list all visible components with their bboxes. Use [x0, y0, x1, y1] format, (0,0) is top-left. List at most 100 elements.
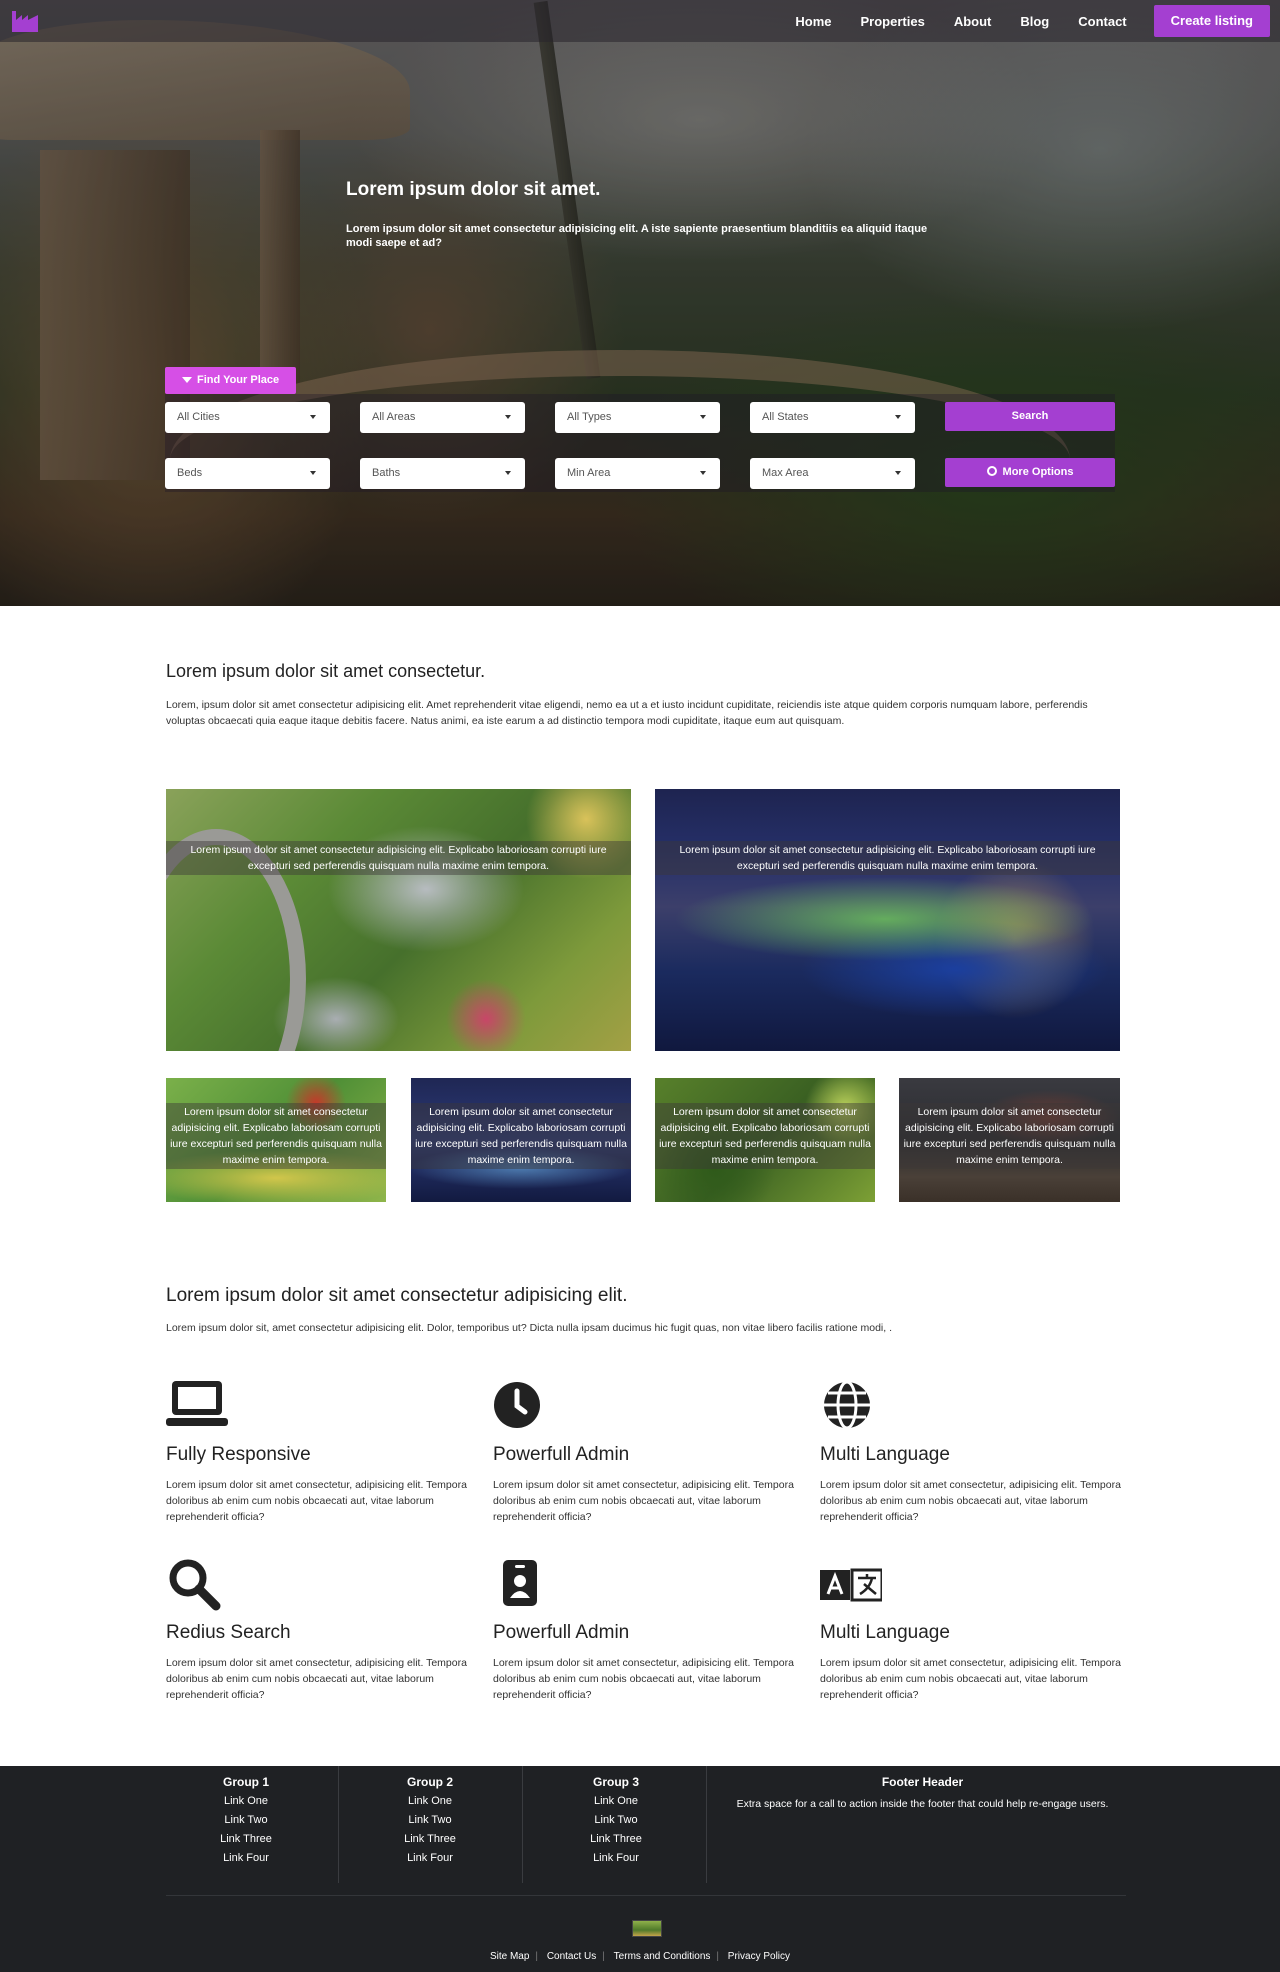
min-area-select[interactable]: Min Area [555, 458, 720, 489]
link-divider: | [602, 1951, 605, 1962]
gallery-tile-nature[interactable]: Lorem ipsum dolor sit amet consectetur a… [655, 1078, 875, 1202]
footer-group-title: Group 2 [406, 1775, 453, 1789]
find-your-place-tab[interactable]: Find Your Place [165, 367, 297, 394]
min-area-select-value: Min Area [567, 467, 611, 479]
intro-title: Lorem ipsum dolor sit amet consectetur. [166, 661, 486, 681]
intro-text: Lorem, ipsum dolor sit amet consectetur … [166, 699, 1088, 727]
feature-card: Multi Language Lorem ipsum dolor sit ame… [820, 1378, 1125, 1525]
gallery-caption: Lorem ipsum dolor sit amet consectetur a… [411, 1103, 631, 1169]
nav-properties[interactable]: Properties [861, 14, 925, 29]
laptop-icon [166, 1381, 228, 1426]
beds-select-value: Beds [177, 467, 203, 479]
nav-contact[interactable]: Contact [1078, 14, 1126, 29]
footer-thumbnail [632, 1920, 662, 1937]
footer-link[interactable]: Link Two [556, 1814, 676, 1827]
feature-text: Lorem ipsum dolor sit amet consectetur, … [166, 1657, 467, 1701]
clock-icon [494, 1382, 540, 1428]
feature-title: Fully Responsive [166, 1444, 311, 1465]
gallery-caption: Lorem ipsum dolor sit amet consectetur a… [166, 1103, 386, 1169]
footer-divider [706, 1766, 707, 1883]
footer-divider [338, 1766, 339, 1883]
gallery-caption: Lorem ipsum dolor sit amet consectetur a… [655, 1103, 875, 1169]
footer-link[interactable]: Link Four [186, 1852, 306, 1865]
feature-text: Lorem ipsum dolor sit amet consectetur, … [493, 1479, 794, 1523]
feature-icon-wrap [820, 1556, 1125, 1612]
nav-about[interactable]: About [954, 14, 992, 29]
chevron-down-icon [700, 415, 706, 419]
feature-card: Multi Language Lorem ipsum dolor sit ame… [820, 1556, 1125, 1703]
gallery-tile-suburb[interactable]: Lorem ipsum dolor sit amet consectetur a… [166, 789, 631, 1051]
top-navbar: Home Properties About Blog Contact Creat… [0, 0, 1280, 42]
feature-icon-wrap [820, 1378, 1125, 1434]
nav-home[interactable]: Home [795, 14, 831, 29]
footer-link[interactable]: Link Two [370, 1814, 490, 1827]
footer-cta-text: Extra space for a call to action inside … [736, 1798, 1109, 1810]
terms-link[interactable]: Terms and Conditions [614, 1951, 711, 1962]
gallery-tile-night-city[interactable]: Lorem ipsum dolor sit amet consectetur a… [411, 1078, 631, 1202]
nav-links: Home Properties About Blog Contact Creat… [795, 5, 1270, 37]
hero-subtitle: Lorem ipsum dolor sit amet consectetur a… [346, 223, 928, 249]
logo-icon[interactable] [12, 11, 38, 32]
gallery-caption: Lorem ipsum dolor sit amet consectetur a… [655, 841, 1120, 875]
globe-icon [824, 1380, 870, 1430]
max-area-select-value: Max Area [762, 467, 809, 479]
footer-group-1: Group 1 Link One Link Two Link Three Lin… [186, 1766, 306, 1865]
footer-group-2: Group 2 Link One Link Two Link Three Lin… [370, 1766, 490, 1865]
baths-select[interactable]: Baths [360, 458, 525, 489]
feature-title: Powerfull Admin [493, 1444, 630, 1465]
feature-title: Powerfull Admin [493, 1622, 630, 1643]
footer-rule [166, 1895, 1126, 1896]
filter-icon [182, 377, 192, 384]
search-button[interactable]: Search [945, 402, 1115, 431]
footer-group-3: Group 3 Link One Link Two Link Three Lin… [556, 1766, 676, 1865]
hero-overlay [0, 0, 1280, 606]
cities-select-value: All Cities [177, 411, 220, 423]
states-select[interactable]: All States [750, 402, 915, 433]
max-area-select[interactable]: Max Area [750, 458, 915, 489]
gallery-tile-city[interactable]: Lorem ipsum dolor sit amet consectetur a… [655, 789, 1120, 1051]
feature-card: Redius Search Lorem ipsum dolor sit amet… [166, 1556, 471, 1703]
more-options-button[interactable]: More Options [945, 458, 1115, 487]
footer-group-title: Group 1 [222, 1775, 269, 1789]
footer-link[interactable]: Link Four [556, 1852, 676, 1865]
link-divider: | [716, 1951, 719, 1962]
beds-select[interactable]: Beds [165, 458, 330, 489]
footer-divider [522, 1766, 523, 1883]
types-select[interactable]: All Types [555, 402, 720, 433]
footer-link[interactable]: Link One [186, 1795, 306, 1808]
chevron-down-icon [895, 415, 901, 419]
chevron-down-icon [700, 471, 706, 475]
footer-link[interactable]: Link One [556, 1795, 676, 1808]
footer-cta-title: Footer Header [881, 1775, 964, 1789]
site-map-link[interactable]: Site Map [490, 1951, 529, 1962]
feature-title: Multi Language [820, 1444, 950, 1465]
feature-text: Lorem ipsum dolor sit amet consectetur, … [820, 1479, 1121, 1523]
footer-link[interactable]: Link Three [186, 1833, 306, 1846]
footer-link[interactable]: Link Three [370, 1833, 490, 1846]
areas-select-value: All Areas [372, 411, 416, 423]
footer-link-list: Link One Link Two Link Three Link Four [186, 1795, 306, 1865]
footer-link[interactable]: Link One [370, 1795, 490, 1808]
footer-link[interactable]: Link Three [556, 1833, 676, 1846]
feature-icon-wrap [493, 1556, 798, 1612]
search-icon [169, 1559, 221, 1611]
gallery-tile-bird[interactable]: Lorem ipsum dolor sit amet consectetur a… [166, 1078, 386, 1202]
footer-cta: Footer Header Extra space for a call to … [725, 1766, 1120, 1812]
gallery-tile-street[interactable]: Lorem ipsum dolor sit amet consectetur a… [899, 1078, 1120, 1202]
feature-icon-wrap [166, 1556, 471, 1612]
gallery-caption: Lorem ipsum dolor sit amet consectetur a… [899, 1103, 1120, 1169]
privacy-policy-link[interactable]: Privacy Policy [728, 1951, 790, 1962]
feature-card: Powerfull Admin Lorem ipsum dolor sit am… [493, 1556, 798, 1703]
nav-blog[interactable]: Blog [1020, 14, 1049, 29]
chevron-down-icon [310, 415, 316, 419]
cities-select[interactable]: All Cities [165, 402, 330, 433]
footer-link[interactable]: Link Four [370, 1852, 490, 1865]
baths-select-value: Baths [372, 467, 401, 479]
feature-card: Powerfull Admin Lorem ipsum dolor sit am… [493, 1378, 798, 1525]
footer-link[interactable]: Link Two [186, 1814, 306, 1827]
id-badge-icon [503, 1560, 537, 1606]
contact-us-link[interactable]: Contact Us [547, 1951, 596, 1962]
create-listing-button[interactable]: Create listing [1153, 5, 1270, 37]
areas-select[interactable]: All Areas [360, 402, 525, 433]
footer-link-list: Link One Link Two Link Three Link Four [556, 1795, 676, 1865]
